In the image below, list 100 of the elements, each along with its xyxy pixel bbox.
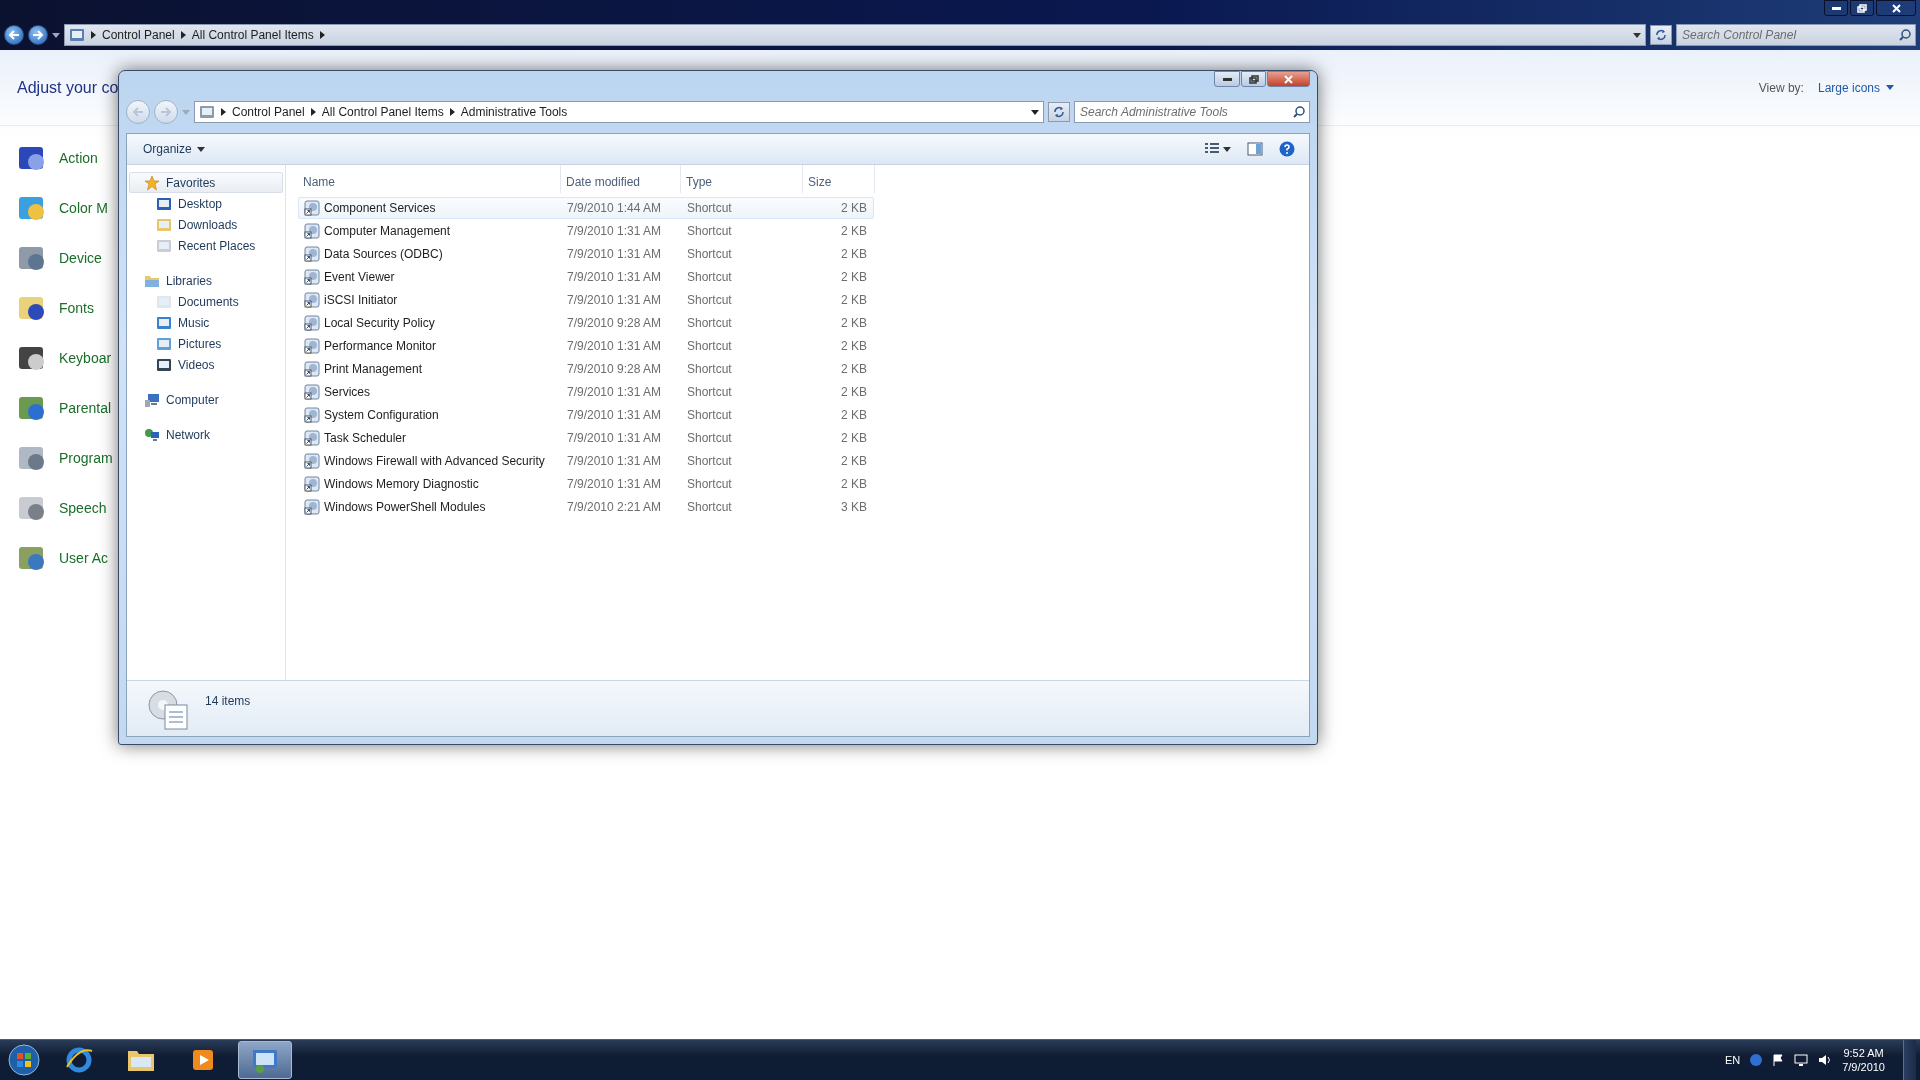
control-panel-link[interactable]: Device bbox=[59, 250, 102, 266]
caret-icon bbox=[52, 32, 60, 38]
help-icon[interactable] bbox=[1750, 1054, 1763, 1066]
file-name: System Configuration bbox=[324, 408, 439, 422]
shortcut-icon bbox=[304, 407, 320, 423]
type-cell-text: Shortcut bbox=[686, 201, 733, 215]
file-row[interactable]: Computer Management 7/9/2010 1:31 AM Shortcut 2 KB bbox=[298, 220, 874, 242]
item-count: 14 items bbox=[205, 694, 251, 708]
nav-item[interactable]: Videos bbox=[129, 354, 283, 375]
refresh-button[interactable] bbox=[1650, 25, 1672, 45]
forward-button[interactable] bbox=[28, 25, 48, 45]
size-cell-text: 2 KB bbox=[840, 362, 868, 376]
type-cell-text: Shortcut bbox=[686, 339, 733, 353]
control-panel-link[interactable]: User Ac bbox=[59, 550, 108, 566]
file-row[interactable]: Component Services 7/9/2010 1:44 AM Shortcut 2 KB bbox=[298, 197, 874, 219]
forward-arrow-icon bbox=[160, 106, 172, 118]
nav-item[interactable]: Computer bbox=[129, 389, 283, 410]
control-panel-link[interactable]: Color M bbox=[59, 200, 108, 216]
file-row[interactable]: Windows Memory Diagnostic 7/9/2010 1:31 AM Shortcut 2 KB bbox=[298, 473, 874, 495]
file-row[interactable]: iSCSI Initiator 7/9/2010 1:31 AM Shortcut 2 KB bbox=[298, 289, 874, 311]
close-button[interactable] bbox=[1876, 0, 1916, 16]
size-cell-text: 2 KB bbox=[840, 270, 868, 284]
nav-item[interactable]: Recent Places bbox=[129, 235, 283, 256]
maximize-button[interactable] bbox=[1850, 0, 1874, 16]
address-bar[interactable]: Control Panel All Control Panel Items bbox=[64, 24, 1646, 46]
file-row[interactable]: Local Security Policy 7/9/2010 9:28 AM Shortcut 2 KB bbox=[298, 312, 874, 334]
organize-button[interactable]: Organize bbox=[137, 139, 211, 159]
nav-item[interactable]: Network bbox=[129, 424, 283, 445]
minimize-icon bbox=[1222, 77, 1232, 81]
nav-item[interactable]: Music bbox=[129, 312, 283, 333]
nav-item[interactable]: Libraries bbox=[129, 270, 283, 291]
control-panel-link[interactable]: Fonts bbox=[59, 300, 94, 316]
search-field[interactable]: Search Control Panel bbox=[1676, 24, 1916, 46]
type-cell-text: Shortcut bbox=[686, 454, 733, 468]
breadcrumb-arrow-icon bbox=[310, 108, 316, 116]
shortcut-icon bbox=[304, 453, 320, 469]
control-panel-link[interactable]: Action bbox=[59, 150, 98, 166]
file-row[interactable]: Print Management 7/9/2010 9:28 AM Shortcut 2 KB bbox=[298, 358, 874, 380]
nav-item[interactable]: Documents bbox=[129, 291, 283, 312]
nav-item[interactable]: Favorites bbox=[129, 172, 283, 193]
language-indicator[interactable]: EN bbox=[1724, 1054, 1741, 1066]
view-by-dropdown[interactable]: Large icons bbox=[1817, 80, 1894, 95]
back-arrow-icon bbox=[8, 29, 20, 41]
type-cell-text: Shortcut bbox=[686, 362, 733, 376]
restore-icon bbox=[1248, 74, 1259, 84]
maximize-button[interactable] bbox=[1241, 71, 1266, 87]
size-cell-text: 3 KB bbox=[840, 500, 868, 514]
file-row[interactable]: Windows Firewall with Advanced Security 7/9/2010 1:31 AM Shortcut 2 KB bbox=[298, 450, 874, 472]
refresh-button[interactable] bbox=[1048, 102, 1070, 122]
size-cell-text: 2 KB bbox=[840, 408, 868, 422]
file-name: Windows PowerShell Modules bbox=[324, 500, 486, 514]
minimize-button[interactable] bbox=[1214, 71, 1240, 87]
control-panel-link[interactable]: Keyboar bbox=[59, 350, 112, 366]
control-panel-link[interactable]: Speech bbox=[59, 500, 107, 516]
view-by-label: View by: bbox=[1758, 80, 1804, 95]
nav-item[interactable]: Pictures bbox=[129, 333, 283, 354]
date-cell-text: 7/9/2010 1:31 AM bbox=[566, 247, 663, 261]
type-cell-text: Shortcut bbox=[686, 316, 733, 330]
file-name: Windows Memory Diagnostic bbox=[324, 477, 479, 491]
file-row[interactable]: Event Viewer 7/9/2010 1:31 AM Shortcut 2 KB bbox=[298, 266, 874, 288]
clock-date[interactable]: 7/9/2010 bbox=[1842, 1060, 1885, 1074]
file-row[interactable]: Performance Monitor 7/9/2010 1:31 AM Shortcut 2 KB bbox=[298, 335, 874, 357]
refresh-icon bbox=[1655, 29, 1667, 41]
breadcrumb-item[interactable]: Control Panel bbox=[232, 105, 305, 119]
control-panel-link[interactable]: Parental bbox=[59, 400, 112, 416]
shortcut-icon bbox=[304, 292, 320, 308]
breadcrumb-item[interactable]: All Control Panel Items bbox=[191, 28, 314, 42]
star-icon bbox=[144, 174, 160, 191]
file-row[interactable]: Services 7/9/2010 1:31 AM Shortcut 2 KB bbox=[298, 381, 874, 403]
back-button[interactable] bbox=[4, 25, 24, 45]
file-row[interactable]: Data Sources (ODBC) 7/9/2010 1:31 AM Shortcut 2 KB bbox=[298, 243, 874, 265]
breadcrumb-item[interactable]: Control Panel bbox=[102, 28, 175, 42]
flag-icon[interactable] bbox=[1772, 1054, 1785, 1066]
list-view-icon bbox=[1205, 143, 1219, 155]
start-orb-icon bbox=[7, 1043, 41, 1077]
minimize-button[interactable] bbox=[1824, 0, 1848, 16]
size-cell-text: 2 KB bbox=[840, 385, 868, 399]
file-row[interactable]: Task Scheduler 7/9/2010 1:31 AM Shortcut 2 KB bbox=[298, 427, 874, 449]
caret-icon bbox=[196, 146, 205, 152]
shortcut-icon bbox=[304, 223, 320, 239]
search-field[interactable]: Search Administrative Tools bbox=[1074, 101, 1310, 123]
shortcut-icon bbox=[304, 384, 320, 400]
search-icon bbox=[1293, 106, 1305, 118]
control-panel-link[interactable]: Program bbox=[59, 450, 113, 466]
date-cell-text: 7/9/2010 1:31 AM bbox=[566, 224, 663, 238]
nav-item[interactable]: Downloads bbox=[129, 214, 283, 235]
network-icon[interactable] bbox=[1794, 1054, 1809, 1066]
file-name: Print Management bbox=[324, 362, 423, 376]
file-row[interactable]: Windows PowerShell Modules 7/9/2010 2:21 AM Shortcut 3 KB bbox=[298, 496, 874, 518]
file-row[interactable]: System Configuration 7/9/2010 1:31 AM Shortcut 2 KB bbox=[298, 404, 874, 426]
clock-time[interactable]: 9:52 AM bbox=[1843, 1046, 1884, 1060]
size-cell-text: 2 KB bbox=[840, 224, 868, 238]
type-cell-text: Shortcut bbox=[686, 270, 733, 284]
address-bar[interactable]: Control Panel All Control Panel Items Administrative Tools bbox=[194, 101, 1044, 123]
file-name: iSCSI Initiator bbox=[324, 293, 398, 307]
breadcrumb-item[interactable]: Administrative Tools bbox=[460, 105, 568, 119]
breadcrumb-item[interactable]: All Control Panel Items bbox=[321, 105, 444, 119]
nav-item[interactable]: Desktop bbox=[129, 193, 283, 214]
show-desktop-button[interactable] bbox=[1903, 1040, 1916, 1080]
speaker-icon[interactable] bbox=[1818, 1054, 1833, 1066]
